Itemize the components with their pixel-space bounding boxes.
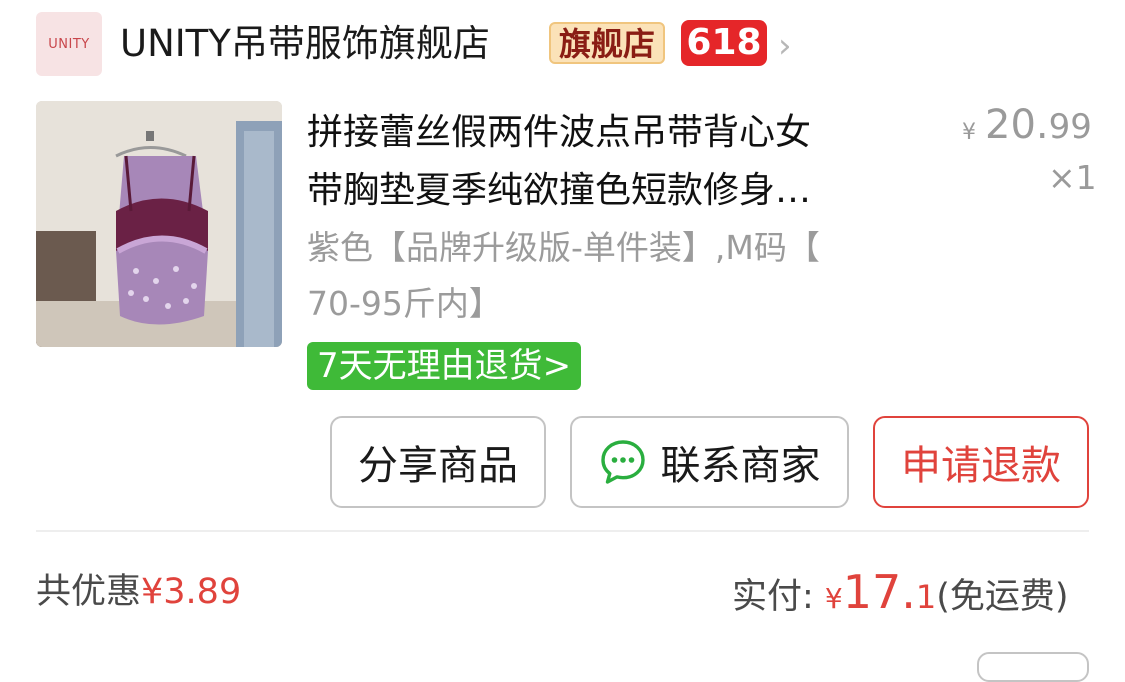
paid-currency-symbol: ¥ xyxy=(824,582,843,615)
product-photo-icon xyxy=(36,101,282,347)
contact-seller-button[interactable]: 联系商家 xyxy=(570,416,849,508)
discount-label: 共优惠 xyxy=(36,572,142,612)
divider xyxy=(36,530,1089,532)
discount-amount: ¥3.89 xyxy=(141,572,242,612)
original-price-dec: 99 xyxy=(1048,107,1092,147)
request-refund-button[interactable]: 申请退款 xyxy=(873,416,1089,508)
paid-label: 实付: xyxy=(732,577,825,617)
shipping-note: (免运费) xyxy=(936,577,1069,617)
product-title[interactable]: 拼接蕾丝假两件波点吊带背心女 带胸垫夏季纯欲撞色短款修身… xyxy=(307,104,927,220)
seven-day-return-tag[interactable]: 7天无理由退货> xyxy=(307,342,582,390)
product-title-line-1: 拼接蕾丝假两件波点吊带背心女 xyxy=(307,112,812,153)
paid-amount-int: 17. xyxy=(842,565,916,619)
product-title-line-2: 带胸垫夏季纯欲撞色短款修身… xyxy=(307,170,812,211)
amount-paid: 实付: ¥17.1(免运费) xyxy=(732,562,1069,629)
shop-logo[interactable]: UNITY xyxy=(36,12,102,76)
product-spec-line-1: 紫色【品牌升级版-单件装】,M码【 xyxy=(307,228,820,267)
chevron-right-icon: > xyxy=(542,346,572,386)
paid-amount-dec: 1 xyxy=(915,578,937,616)
promo-618-badge: 618 xyxy=(681,20,767,66)
shop-logo-text: UNITY xyxy=(48,36,90,52)
chat-bubble-icon xyxy=(600,440,645,484)
share-product-label: 分享商品 xyxy=(358,443,518,489)
product-image[interactable] xyxy=(36,101,282,347)
shop-name[interactable]: UNITY吊带服饰旗舰店 xyxy=(120,20,490,68)
original-price: 20.99 xyxy=(985,100,1092,152)
request-refund-label: 申请退款 xyxy=(901,443,1061,489)
partial-button[interactable] xyxy=(977,652,1089,682)
quantity: ×1 xyxy=(1048,158,1097,197)
contact-seller-label: 联系商家 xyxy=(660,443,821,489)
share-product-button[interactable]: 分享商品 xyxy=(330,416,546,508)
discount-summary: 共优惠¥3.89 xyxy=(36,568,241,616)
original-price-symbol: ¥ xyxy=(962,120,976,145)
product-spec-line-2: 70-95斤内】 xyxy=(307,284,502,323)
return-tag-label: 7天无理由退货 xyxy=(317,346,543,386)
original-price-int: 20. xyxy=(985,102,1049,148)
chevron-right-icon[interactable]: › xyxy=(778,22,792,70)
flagship-badge: 旗舰店 xyxy=(549,22,666,64)
product-spec: 紫色【品牌升级版-单件装】,M码【 70-95斤内】 xyxy=(307,220,937,332)
